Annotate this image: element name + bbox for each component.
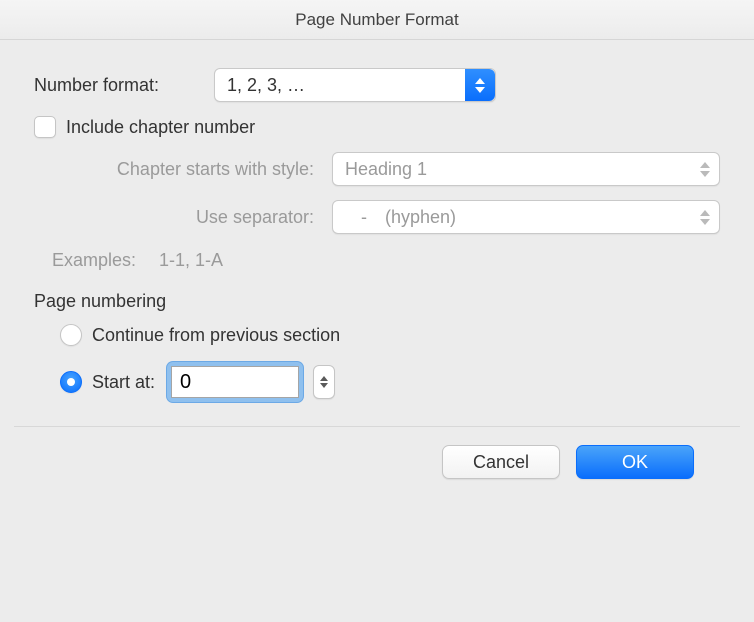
start-at-radio[interactable]: [60, 371, 82, 393]
chapter-style-label: Chapter starts with style:: [52, 159, 332, 180]
include-chapter-label: Include chapter number: [66, 117, 255, 138]
number-format-value: 1, 2, 3, …: [215, 75, 465, 96]
ok-button[interactable]: OK: [576, 445, 694, 479]
continue-radio[interactable]: [60, 324, 82, 346]
dropdown-arrows-icon: [689, 153, 719, 185]
start-at-stepper[interactable]: [313, 365, 335, 399]
continue-label: Continue from previous section: [92, 325, 340, 346]
chapter-style-select[interactable]: Heading 1: [332, 152, 720, 186]
number-format-select[interactable]: 1, 2, 3, …: [214, 68, 496, 102]
dropdown-arrows-icon: [465, 69, 495, 101]
cancel-button[interactable]: Cancel: [442, 445, 560, 479]
chevron-down-icon: [320, 383, 328, 388]
number-format-label: Number format:: [34, 75, 214, 96]
separator-select[interactable]: - (hyphen): [332, 200, 720, 234]
dialog-content: Number format: 1, 2, 3, … Include chapte…: [0, 40, 754, 479]
include-chapter-checkbox[interactable]: [34, 116, 56, 138]
chapter-style-value: Heading 1: [333, 159, 689, 180]
dropdown-arrows-icon: [689, 201, 719, 233]
start-at-focus-ring: [167, 362, 303, 402]
start-at-label: Start at:: [92, 372, 155, 393]
start-at-input[interactable]: [171, 366, 299, 398]
page-numbering-heading: Page numbering: [34, 291, 720, 312]
dialog-title: Page Number Format: [0, 0, 754, 40]
separator-value: - (hyphen): [333, 207, 689, 228]
separator-label: Use separator:: [52, 207, 332, 228]
chevron-up-icon: [320, 376, 328, 381]
examples-text: Examples: 1-1, 1-A: [52, 250, 720, 271]
